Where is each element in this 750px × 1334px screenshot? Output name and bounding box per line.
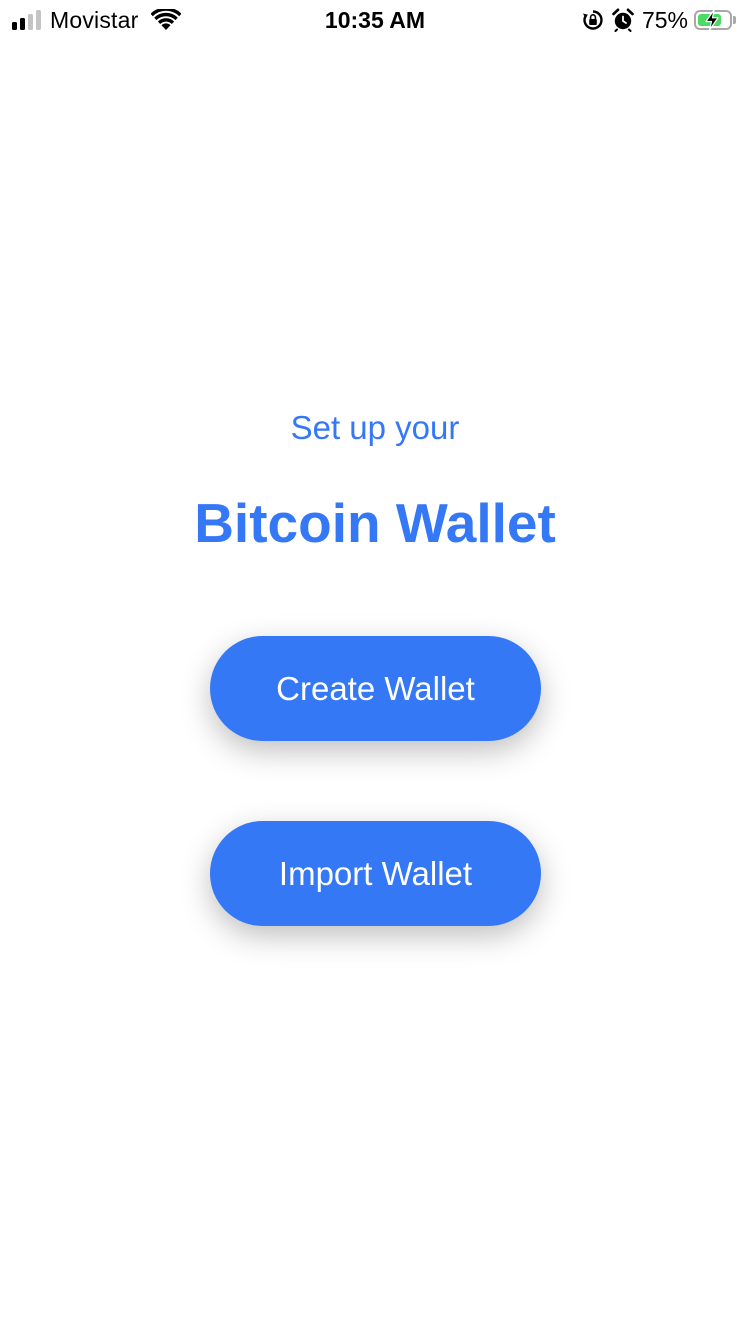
setup-title: Bitcoin Wallet — [194, 492, 556, 554]
import-wallet-button[interactable]: Import Wallet — [210, 821, 541, 926]
status-bar: Movistar 10:35 AM 75% — [0, 0, 750, 40]
charging-bolt-icon — [705, 9, 719, 31]
alarm-icon — [612, 8, 634, 32]
battery-percentage: 75% — [641, 6, 688, 33]
status-bar-right: 75% — [582, 6, 736, 34]
battery-cap — [733, 16, 736, 24]
orientation-lock-icon — [582, 10, 603, 30]
battery-icon — [694, 9, 732, 31]
create-wallet-button[interactable]: Create Wallet — [210, 636, 541, 741]
setup-subtitle: Set up your — [290, 409, 460, 446]
